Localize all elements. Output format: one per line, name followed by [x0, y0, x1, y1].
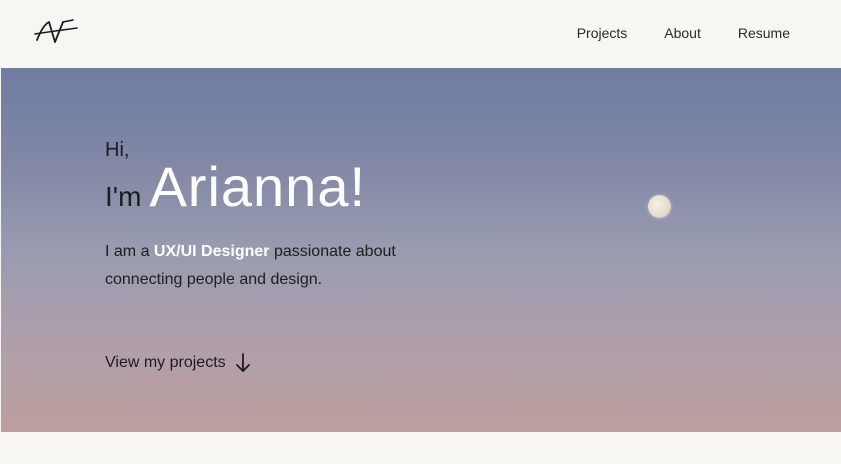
- nav-link-projects[interactable]: Projects: [577, 24, 628, 42]
- main-nav: Projects About Resume: [577, 24, 790, 42]
- hero-name: Arianna!: [149, 155, 367, 218]
- hero-section: Hi, I'm Arianna! I am a UX/UI Designer p…: [1, 68, 841, 432]
- nav-link-about[interactable]: About: [664, 24, 701, 42]
- hero-title: I'm Arianna!: [105, 154, 366, 219]
- nav-link-resume[interactable]: Resume: [738, 24, 790, 42]
- view-projects-button[interactable]: View my projects: [105, 353, 250, 373]
- description-before: I am a: [105, 243, 154, 260]
- hero-description: I am a UX/UI Designer passionate about c…: [105, 238, 445, 294]
- hero-intro-prefix: I'm: [105, 181, 142, 212]
- arrow-down-icon: [235, 353, 250, 373]
- site-header: Projects About Resume: [0, 0, 841, 68]
- logo-icon[interactable]: [33, 16, 79, 48]
- description-role: UX/UI Designer: [153, 243, 270, 260]
- moon-icon: [648, 195, 671, 218]
- cta-label: View my projects: [105, 354, 226, 371]
